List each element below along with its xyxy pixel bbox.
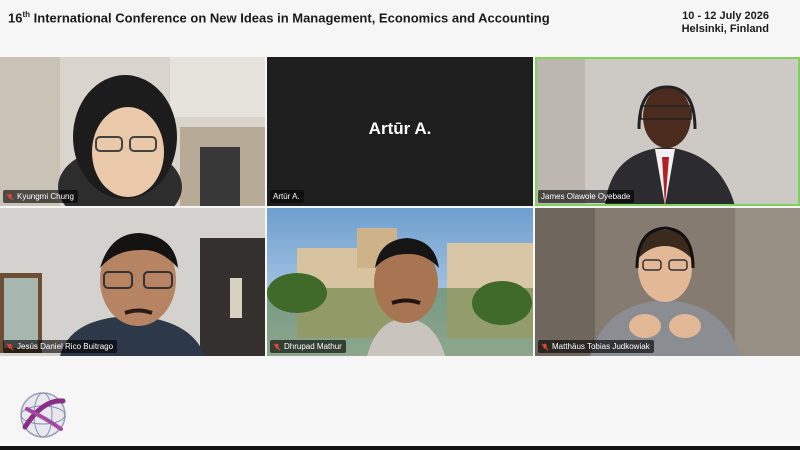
participant-video: [267, 208, 533, 356]
participant-name-tag: Dhrupad Mathur: [270, 340, 346, 353]
title-number: 16: [8, 10, 23, 26]
conference-date-location: 10 - 12 July 2026 Helsinki, Finland: [629, 10, 769, 36]
participant-name-tag: Matthäus Tobias Judkowiak: [538, 340, 654, 353]
participant-name-tag: Jesús Daniel Rico Buitrago: [3, 340, 118, 353]
participant-name: Artūr A.: [273, 192, 300, 201]
participant-name-tag: James Olawole Oyebade: [538, 190, 635, 203]
conference-logo-icon: [20, 392, 66, 438]
video-tile-kyungmi-chung[interactable]: Kyungmi Chung: [0, 57, 265, 206]
participant-display-name: Artūr A.: [368, 119, 432, 138]
video-tile-dhrupad-mathur[interactable]: Dhrupad Mathur: [267, 208, 533, 356]
participant-name: Kyungmi Chung: [17, 192, 74, 201]
participant-name: James Olawole Oyebade: [541, 192, 631, 201]
microphone-muted-icon: [6, 192, 14, 201]
participant-name: Jesús Daniel Rico Buitrago: [17, 342, 114, 351]
participant-name-tag: Artūr A.: [270, 190, 304, 203]
video-grid: Kyungmi Chung Artūr A. Artūr A. James Ol…: [0, 57, 800, 356]
bottom-bar: [0, 446, 800, 450]
video-tile-matthaus-judkowiak[interactable]: Matthäus Tobias Judkowiak: [535, 208, 800, 356]
participant-video: [0, 57, 265, 206]
conference-date: 10 - 12 July 2026: [682, 10, 769, 22]
video-tile-artur[interactable]: Artūr A. Artūr A.: [267, 57, 533, 206]
title-text: International Conference on New Ideas in…: [30, 10, 550, 26]
conference-title: 16th International Conference on New Ide…: [8, 10, 550, 25]
title-ordinal: th: [22, 10, 31, 19]
participant-name-tag: Kyungmi Chung: [3, 190, 78, 203]
participant-video: [535, 208, 800, 356]
participant-video: [0, 208, 265, 356]
participant-video: [535, 57, 800, 206]
microphone-muted-icon: [541, 342, 549, 351]
conference-location: Helsinki, Finland: [681, 23, 769, 35]
video-tile-james-oyebade[interactable]: James Olawole Oyebade: [535, 57, 800, 206]
microphone-muted-icon: [6, 342, 14, 351]
microphone-muted-icon: [273, 342, 281, 351]
participant-name: Dhrupad Mathur: [284, 342, 342, 351]
participant-name: Matthäus Tobias Judkowiak: [552, 342, 650, 351]
video-tile-jesus-rico[interactable]: Jesús Daniel Rico Buitrago: [0, 208, 265, 356]
